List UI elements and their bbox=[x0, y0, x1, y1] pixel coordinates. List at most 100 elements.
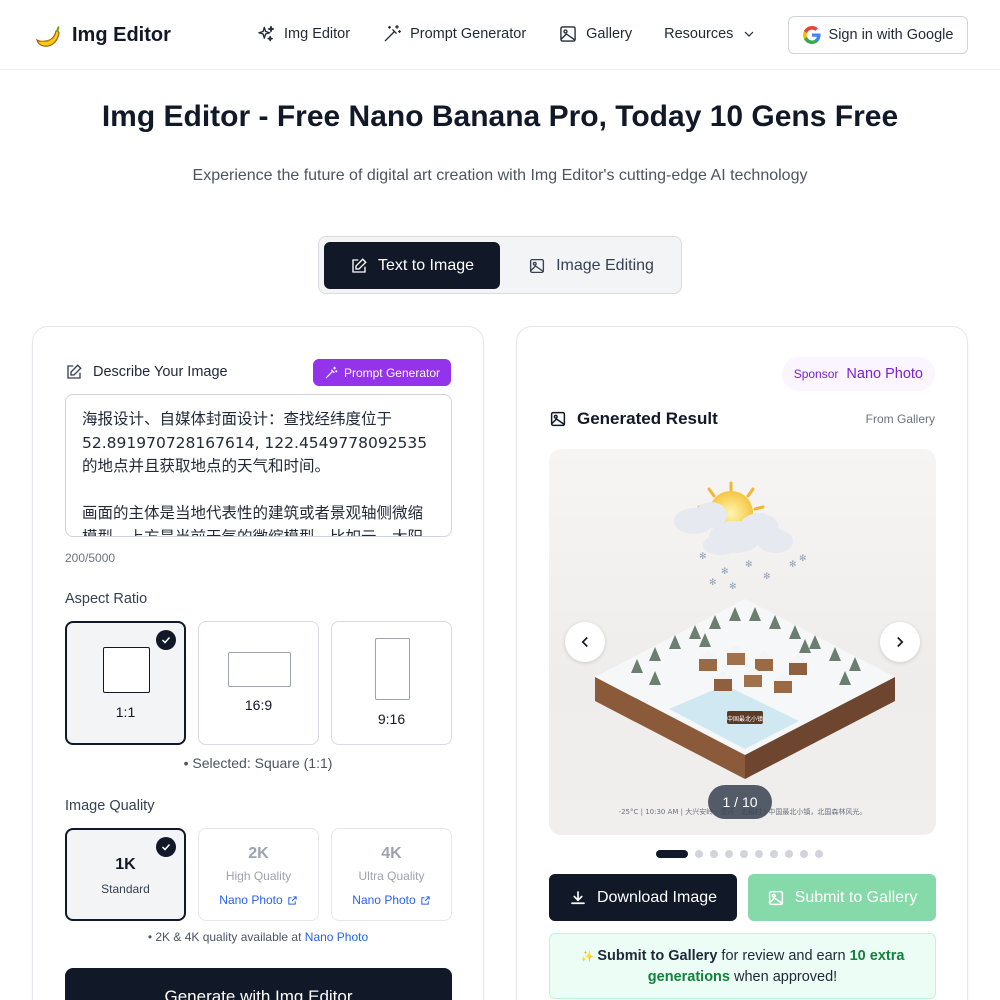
download-label: Download Image bbox=[596, 888, 718, 906]
result-title-row: Generated Result bbox=[549, 409, 718, 429]
nav-gallery[interactable]: Gallery bbox=[558, 24, 632, 44]
aspect-ratio-label: Aspect Ratio bbox=[65, 591, 148, 607]
nav-resources[interactable]: Resources bbox=[664, 26, 757, 42]
generator-form-card: Describe Your Image Prompt Generator 海报设… bbox=[32, 326, 484, 1000]
chevron-down-icon bbox=[744, 31, 754, 37]
aspect-option-9-16[interactable]: 9:16 bbox=[331, 621, 452, 745]
prompt-textarea[interactable]: 海报设计、自媒体封面设计：查找经纬度位于52.891970728167614, … bbox=[65, 394, 452, 537]
nav-img-editor-label: Img Editor bbox=[284, 26, 351, 42]
carousel-dot[interactable] bbox=[770, 850, 778, 858]
generate-button-label: Generate with Img Editor bbox=[164, 987, 353, 1000]
check-icon bbox=[156, 837, 176, 857]
result-source: From Gallery bbox=[865, 412, 935, 426]
image-icon bbox=[768, 890, 783, 905]
carousel-dot[interactable] bbox=[800, 850, 808, 858]
carousel-dot[interactable] bbox=[815, 850, 823, 858]
external-link-icon bbox=[421, 895, 430, 905]
sparkle-icon: ✨ bbox=[580, 951, 598, 963]
page-subtitle: Experience the future of digital art cre… bbox=[192, 167, 808, 184]
image-pager: 1 / 10 bbox=[708, 785, 772, 819]
svg-text:✻: ✻ bbox=[763, 572, 771, 582]
download-icon bbox=[571, 890, 585, 904]
carousel-dot[interactable] bbox=[740, 850, 748, 858]
nav-gallery-label: Gallery bbox=[586, 26, 633, 42]
tab-text-to-image[interactable]: Text to Image bbox=[324, 242, 500, 289]
sponsor-name: Nano Photo bbox=[846, 366, 923, 382]
main-nav: Img Editor Prompt Generator Gallery Reso… bbox=[256, 24, 789, 44]
sponsor-badge[interactable]: Sponsor Nano Photo bbox=[781, 357, 935, 391]
nano-photo-link[interactable]: Nano Photo bbox=[199, 893, 318, 907]
square-shape-icon bbox=[103, 647, 150, 693]
banana-logo-icon bbox=[35, 26, 60, 47]
page-title: Img Editor - Free Nano Banana Pro, Today… bbox=[101, 100, 899, 133]
next-image-button[interactable] bbox=[880, 622, 920, 662]
nav-prompt-generator[interactable]: Prompt Generator bbox=[382, 24, 526, 44]
prompt-generator-label: Prompt Generator bbox=[343, 365, 440, 380]
describe-label-row: Describe Your Image bbox=[65, 363, 228, 381]
quality-option-1k[interactable]: 1K Standard bbox=[65, 828, 186, 921]
image-icon bbox=[560, 26, 576, 42]
portrait-shape-icon bbox=[375, 638, 410, 700]
result-title: Generated Result bbox=[577, 409, 718, 428]
generate-button[interactable]: Generate with Img Editor bbox=[65, 968, 452, 1000]
quality-subtitle: Ultra Quality bbox=[358, 869, 425, 883]
aspect-option-16-9[interactable]: 16:9 bbox=[198, 621, 319, 745]
carousel-dot[interactable] bbox=[656, 850, 688, 858]
check-icon bbox=[156, 630, 176, 650]
mode-tabs: Text to Image Image Editing bbox=[318, 236, 682, 294]
signin-label: Sign in with Google bbox=[828, 27, 954, 43]
quality-title: 1K bbox=[115, 856, 136, 873]
edit-icon bbox=[352, 257, 367, 273]
svg-text:✻: ✻ bbox=[699, 552, 707, 562]
nav-resources-label: Resources bbox=[664, 26, 734, 42]
magic-wand-icon bbox=[384, 25, 402, 42]
aspect-option-label: 9:16 bbox=[377, 711, 406, 727]
google-signin-button[interactable]: Sign in with Google bbox=[788, 16, 968, 54]
aspect-option-1-1[interactable]: 1:1 bbox=[65, 621, 186, 745]
prompt-generator-button[interactable]: Prompt Generator bbox=[312, 359, 451, 386]
image-quality-label: Image Quality bbox=[65, 798, 155, 814]
quality-subtitle: High Quality bbox=[225, 869, 292, 883]
svg-text:✻: ✻ bbox=[789, 560, 797, 570]
brand-name: Img Editor bbox=[72, 23, 171, 46]
sponsor-label: Sponsor bbox=[793, 367, 839, 381]
magic-wand-icon bbox=[325, 366, 338, 378]
carousel-dot[interactable] bbox=[785, 850, 793, 858]
svg-text:✻: ✻ bbox=[709, 578, 717, 588]
image-icon bbox=[530, 258, 545, 273]
top-header: Img Editor Img Editor Prompt Generator G… bbox=[0, 0, 1000, 70]
nav-prompt-generator-label: Prompt Generator bbox=[410, 26, 527, 42]
prev-image-button[interactable] bbox=[565, 622, 605, 662]
download-button[interactable]: Download Image bbox=[549, 874, 737, 921]
tab-image-editing-label: Image Editing bbox=[556, 256, 654, 274]
tab-image-editing[interactable]: Image Editing bbox=[505, 242, 677, 289]
aspect-option-label: 1:1 bbox=[115, 704, 136, 720]
quality-note-link[interactable]: Nano Photo bbox=[305, 930, 368, 944]
quality-option-2k: 2K High Quality Nano Photo bbox=[198, 828, 319, 921]
carousel-dots bbox=[656, 850, 823, 858]
svg-text:✻: ✻ bbox=[729, 582, 737, 592]
submit-to-gallery-button[interactable]: Submit to Gallery bbox=[748, 874, 936, 921]
nano-photo-link[interactable]: Nano Photo bbox=[332, 893, 451, 907]
chevron-right-icon bbox=[897, 636, 904, 648]
brand[interactable]: Img Editor bbox=[32, 20, 171, 50]
edit-icon bbox=[67, 364, 82, 379]
carousel-dot[interactable] bbox=[695, 850, 703, 858]
tab-text-to-image-label: Text to Image bbox=[377, 256, 475, 274]
image-icon bbox=[550, 411, 566, 427]
quality-note: • 2K & 4K quality available at Nano Phot… bbox=[147, 930, 369, 944]
svg-text:✻: ✻ bbox=[721, 567, 729, 577]
landscape-shape-icon bbox=[228, 652, 291, 687]
describe-label: Describe Your Image bbox=[93, 364, 228, 380]
nav-img-editor[interactable]: Img Editor bbox=[256, 24, 350, 44]
carousel-dot[interactable] bbox=[725, 850, 733, 858]
quality-subtitle: Standard bbox=[101, 882, 150, 896]
svg-text:✻: ✻ bbox=[745, 560, 753, 570]
carousel-dot[interactable] bbox=[710, 850, 718, 858]
carousel-dot[interactable] bbox=[755, 850, 763, 858]
image-sign-text: 中国最北小镇 bbox=[727, 715, 763, 723]
quality-title: 4K bbox=[381, 845, 402, 862]
sparkles-icon bbox=[258, 25, 275, 42]
result-card: Sponsor Nano Photo Generated Result From… bbox=[516, 326, 968, 1000]
quality-title: 2K bbox=[248, 845, 269, 862]
